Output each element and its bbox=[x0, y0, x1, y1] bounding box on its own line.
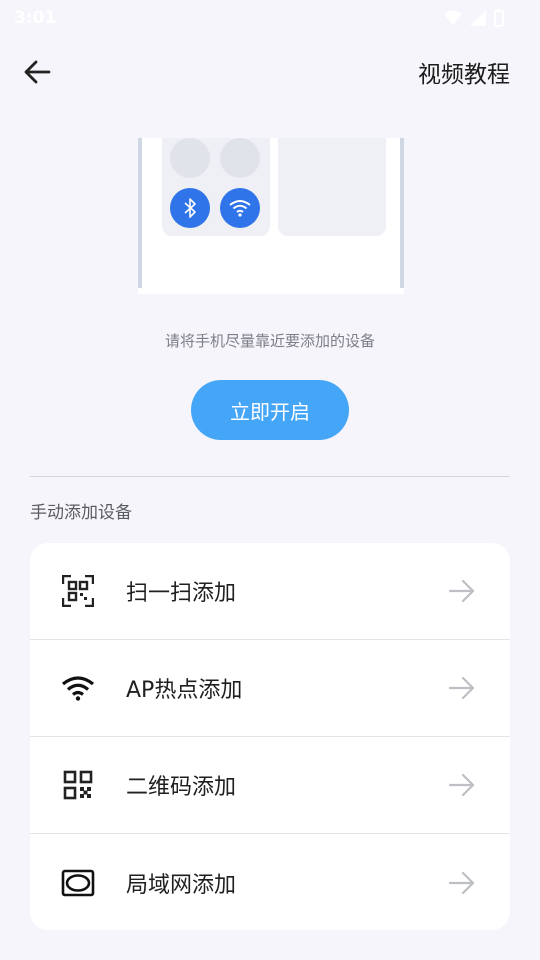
arrow-right-icon bbox=[448, 869, 476, 897]
manual-add-title: 手动添加设备 bbox=[30, 503, 132, 523]
wifi-status-icon bbox=[444, 10, 462, 25]
list-item-label: 局域网添加 bbox=[126, 872, 237, 898]
list-item-label: AP热点添加 bbox=[126, 678, 243, 703]
battery-icon bbox=[494, 9, 504, 27]
list-item-ap-hotspot[interactable]: AP热点添加 bbox=[30, 640, 510, 737]
control-panel-right bbox=[278, 138, 386, 236]
bluetooth-icon bbox=[184, 198, 196, 218]
wifi-toggle bbox=[220, 188, 260, 228]
toggle-placeholder bbox=[170, 138, 210, 178]
top-bar: 视频教程 bbox=[0, 44, 540, 100]
signal-icon bbox=[470, 10, 486, 26]
arrow-right-icon bbox=[448, 674, 476, 702]
scan-qr-icon bbox=[60, 573, 96, 609]
phone-illustration bbox=[138, 138, 404, 294]
system-icons bbox=[444, 9, 504, 27]
status-bar: 3:01 bbox=[0, 0, 540, 36]
phone-frame bbox=[138, 138, 404, 288]
arrow-left-icon bbox=[24, 60, 51, 84]
wifi-icon bbox=[60, 670, 96, 706]
divider bbox=[30, 476, 510, 477]
video-tutorial-link[interactable]: 视频教程 bbox=[418, 55, 510, 89]
list-item-label: 二维码添加 bbox=[126, 775, 237, 800]
control-panel-left bbox=[162, 138, 270, 236]
list-item-qr-code[interactable]: 二维码添加 bbox=[30, 737, 510, 834]
proximity-hint: 请将手机尽量靠近要添加的设备 bbox=[164, 332, 375, 350]
wifi-icon bbox=[229, 200, 251, 217]
arrow-right-icon bbox=[448, 577, 476, 605]
toggle-placeholder bbox=[220, 138, 260, 178]
back-button[interactable] bbox=[22, 57, 52, 87]
qr-code-icon bbox=[60, 767, 96, 803]
manual-add-list: 扫一扫添加 AP热点添加 二维码添加 局域网添加 bbox=[30, 543, 510, 930]
list-item-lan[interactable]: 局域网添加 bbox=[30, 834, 510, 930]
list-item-label: 扫一扫添加 bbox=[126, 581, 237, 606]
arrow-right-icon bbox=[448, 771, 476, 799]
lan-icon bbox=[60, 865, 96, 901]
list-item-scan[interactable]: 扫一扫添加 bbox=[30, 543, 510, 640]
open-now-button[interactable]: 立即开启 bbox=[191, 380, 349, 440]
bluetooth-toggle bbox=[170, 188, 210, 228]
status-time: 3:01 bbox=[14, 8, 57, 28]
